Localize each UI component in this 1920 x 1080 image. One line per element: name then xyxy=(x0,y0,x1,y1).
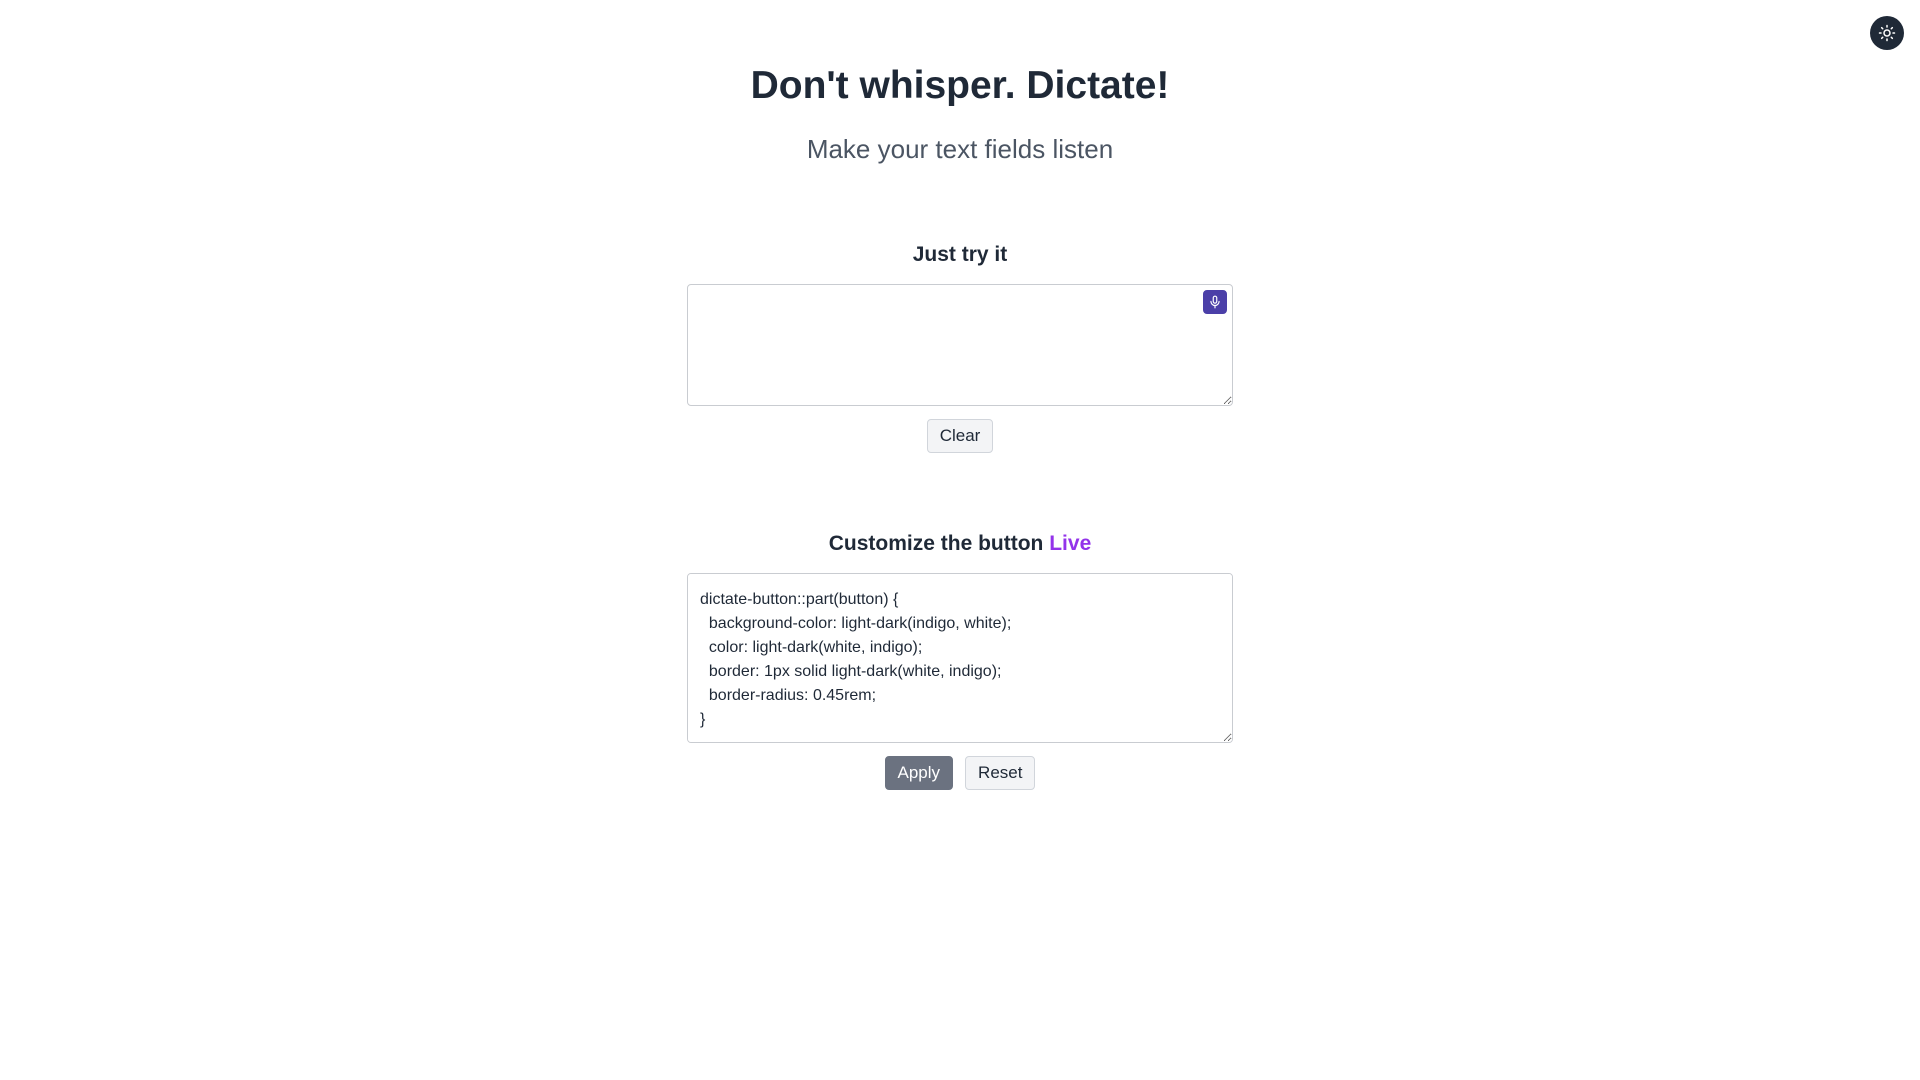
reset-button[interactable]: Reset xyxy=(965,756,1036,790)
css-field-wrapper xyxy=(687,573,1233,748)
customize-actions: Apply Reset xyxy=(884,756,1036,790)
dictate-button[interactable] xyxy=(1203,290,1227,314)
microphone-icon xyxy=(1208,295,1222,309)
try-actions: Clear xyxy=(926,419,994,453)
main-content: Don't whisper. Dictate! Make your text f… xyxy=(0,0,1920,790)
page-subtitle: Make your text fields listen xyxy=(806,134,1114,164)
try-section-heading: Just try it xyxy=(912,243,1008,266)
try-field-wrapper xyxy=(687,284,1233,411)
customize-section-heading: Customize the button Live xyxy=(829,531,1092,557)
customize-heading-text: Customize the button xyxy=(828,532,1044,555)
live-badge: Live xyxy=(1049,532,1092,555)
css-editor-textarea[interactable] xyxy=(687,573,1233,743)
clear-button[interactable]: Clear xyxy=(926,419,994,453)
dictation-textarea[interactable] xyxy=(687,284,1233,406)
apply-button[interactable]: Apply xyxy=(884,756,954,790)
page: Don't whisper. Dictate! Make your text f… xyxy=(0,0,1920,1080)
page-title: Don't whisper. Dictate! xyxy=(750,64,1170,107)
